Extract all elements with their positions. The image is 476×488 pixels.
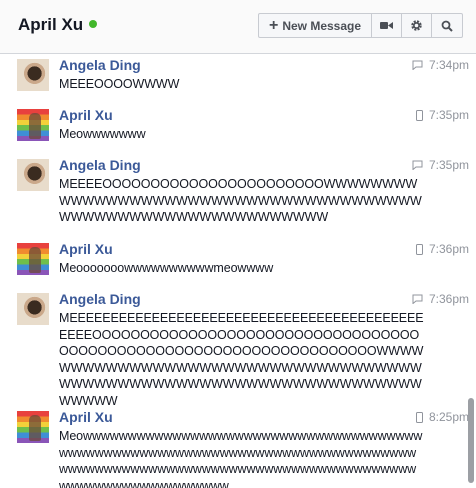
message-time: 7:35pm xyxy=(428,158,469,172)
message-sender[interactable]: Angela Ding xyxy=(59,291,141,307)
message-text: Meooooooowwwwwwwwwwmeowwww xyxy=(59,261,274,275)
avatar-april-xu[interactable] xyxy=(17,243,49,275)
message-timestamp: 8:25pm xyxy=(415,410,469,424)
plus-icon: + xyxy=(268,16,279,34)
message-timestamp: 7:34pm xyxy=(412,58,469,72)
search-button[interactable] xyxy=(432,14,462,37)
avatar-april-xu[interactable] xyxy=(17,109,49,141)
chat-icon xyxy=(412,294,423,304)
avatar-angela-ding[interactable] xyxy=(17,159,49,191)
message-text: Meowwwwwwwwwwwwwwwwwwwwwwwwwwwwwwwwwwwww… xyxy=(59,429,423,488)
header-toolbar: + New Message xyxy=(258,13,463,38)
video-camera-icon xyxy=(380,22,393,29)
message-text: MEEEEOOOOOOOOOOOOOOOOOOOOOOOWWWWWWWWWWWW… xyxy=(59,177,422,224)
message-timestamp: 7:36pm xyxy=(412,292,469,306)
settings-button[interactable] xyxy=(402,14,432,37)
search-icon xyxy=(441,20,453,32)
message-sender[interactable]: Angela Ding xyxy=(59,57,141,73)
message-timestamp: 7:36pm xyxy=(415,242,469,256)
message-timestamp: 7:35pm xyxy=(412,158,469,172)
message-text: Meowwwwwww xyxy=(59,127,146,141)
message-time: 7:36pm xyxy=(428,292,469,306)
avatar-angela-ding[interactable] xyxy=(17,59,49,91)
new-message-button[interactable]: + New Message xyxy=(259,14,372,37)
message-time: 7:34pm xyxy=(428,58,469,72)
online-status-dot xyxy=(89,20,98,28)
message-time: 7:35pm xyxy=(428,108,469,122)
message-text: MEEEEEEEEEEEEEEEEEEEEEEEEEEEEEEEEEEEEEEE… xyxy=(59,311,424,408)
message-sender[interactable]: Angela Ding xyxy=(59,157,141,173)
message-time: 8:25pm xyxy=(428,410,469,424)
conversation-title-text[interactable]: April Xu xyxy=(18,15,83,34)
message-list[interactable]: Angela Ding 7:34pm MEEEOOOOWWWW April Xu… xyxy=(0,54,476,488)
avatar-april-xu[interactable] xyxy=(17,411,49,443)
scrollbar-thumb[interactable] xyxy=(468,398,474,483)
new-message-label: New Message xyxy=(282,18,362,33)
mobile-icon xyxy=(415,411,423,423)
message-text: MEEEOOOOWWWW xyxy=(59,77,180,91)
message-sender[interactable]: April Xu xyxy=(59,241,113,257)
message-sender[interactable]: April Xu xyxy=(59,409,113,425)
chat-icon xyxy=(412,160,423,170)
mobile-icon xyxy=(415,243,423,255)
message-sender[interactable]: April Xu xyxy=(59,107,113,123)
gear-icon xyxy=(411,20,422,31)
message-time: 7:36pm xyxy=(428,242,469,256)
mobile-icon xyxy=(415,109,423,121)
chat-icon xyxy=(412,60,423,70)
conversation-header: April Xu + New Message xyxy=(0,0,476,54)
avatar-angela-ding[interactable] xyxy=(17,293,49,325)
message-timestamp: 7:35pm xyxy=(415,108,469,122)
conversation-title[interactable]: April Xu xyxy=(18,15,98,35)
video-call-button[interactable] xyxy=(372,14,402,37)
